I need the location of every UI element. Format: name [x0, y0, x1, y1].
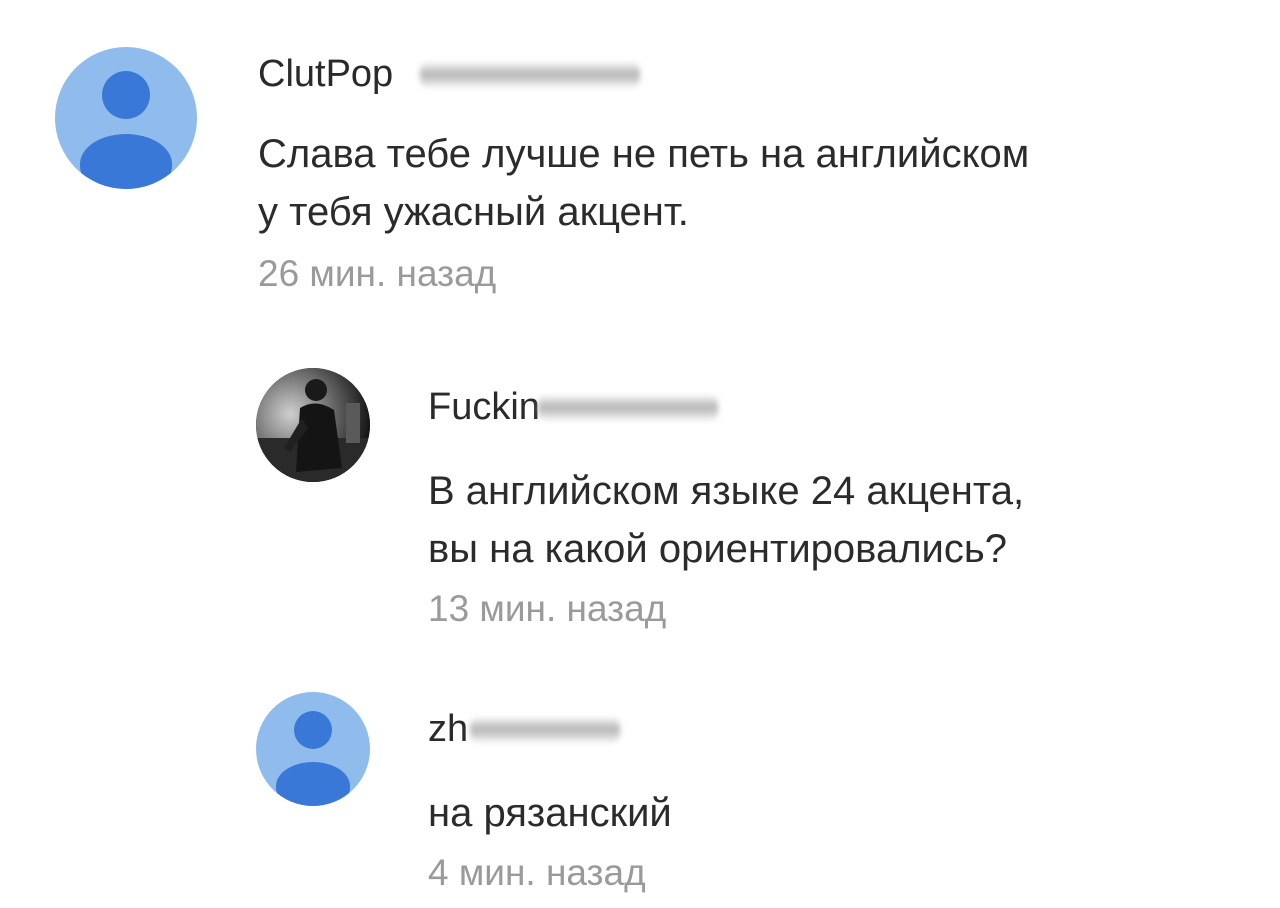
comment-author[interactable]: ClutPop: [258, 55, 640, 93]
photo-avatar-icon: [256, 368, 370, 482]
avatar-default-user-icon[interactable]: [256, 692, 370, 806]
redaction-blur: [420, 61, 640, 89]
comment-reply: zh на рязанский 4 мин. назад: [0, 680, 1280, 908]
avatar-photo[interactable]: [256, 368, 370, 482]
comment-timestamp: 4 мин. назад: [428, 852, 646, 893]
comment-timestamp: 26 мин. назад: [258, 253, 497, 294]
comment: ClutPop Слава тебе лучше не петь на англ…: [0, 0, 1280, 330]
avatar-default-user-icon[interactable]: [55, 47, 197, 189]
comment-reply: Fuckin В английском языке 24 акцента, вы…: [0, 340, 1280, 660]
comment-text-line: Слава тебе лучше не петь на английском: [258, 132, 1030, 176]
comment-author[interactable]: Fuckin: [428, 388, 718, 426]
redaction-blur: [538, 394, 718, 422]
comment-text-line: вы на какой ориентировались?: [428, 527, 1007, 571]
comment-text-line: у тебя ужасный акцент.: [258, 190, 689, 234]
comment-text-line: В английском языке 24 акцента,: [428, 469, 1025, 513]
redaction-blur: [470, 716, 620, 744]
comment-text-line: на рязанский: [428, 791, 672, 835]
comment-timestamp: 13 мин. назад: [428, 588, 667, 629]
comment-author[interactable]: zh: [428, 710, 620, 748]
